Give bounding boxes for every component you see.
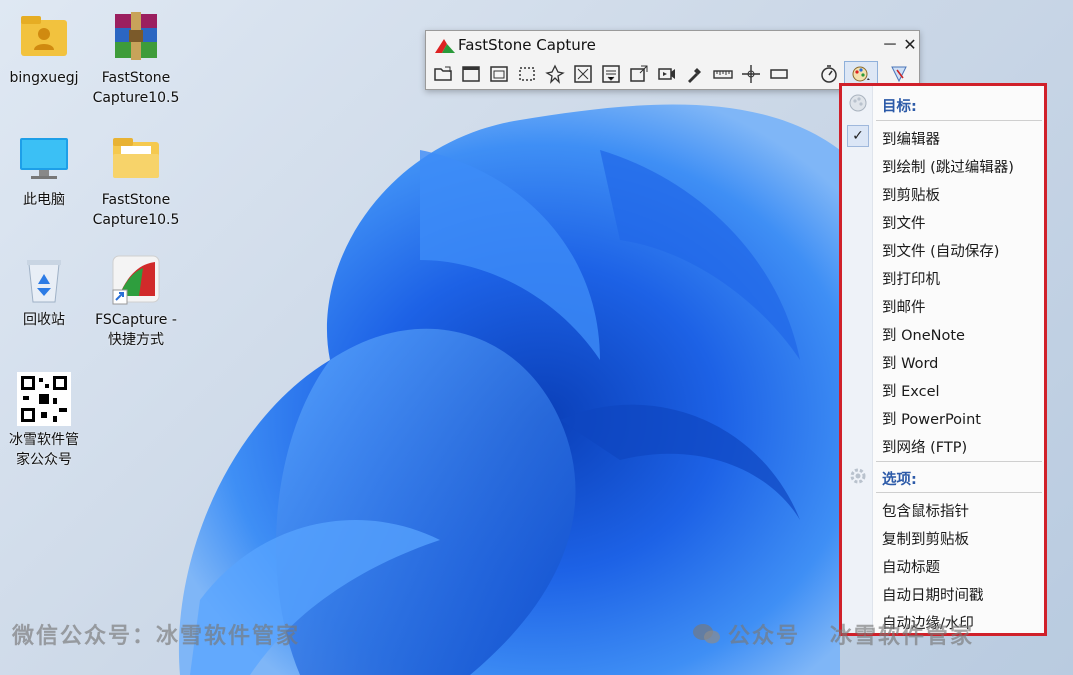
desktop-icon-label: 此电脑 (23, 192, 65, 208)
desktop-icon-label: FSCapture - 快捷方式 (95, 312, 177, 348)
wechat-icon (692, 622, 722, 646)
menu-item-copy-to-clipboard[interactable]: 复制到剪贴板 (842, 523, 1044, 551)
desktop-icon-label: 冰雪软件管 家公众号 (9, 432, 79, 468)
crosshair-icon[interactable] (738, 61, 764, 87)
menu-item-to-clipboard[interactable]: 到剪贴板 (842, 179, 1044, 207)
menu-item-auto-datetime[interactable]: 自动日期时间戳 (842, 579, 1044, 607)
menu-item-to-email[interactable]: 到邮件 (842, 291, 1044, 319)
palette-icon (847, 92, 869, 114)
capture-rectangle-icon[interactable] (514, 61, 540, 87)
magnifier-icon[interactable] (766, 61, 792, 87)
folder-icon (109, 132, 163, 186)
menu-item-to-word[interactable]: 到 Word (842, 347, 1044, 375)
desktop-icon-label: bingxuegj (9, 70, 79, 86)
winrar-archive-icon (109, 10, 163, 64)
window-title: FastStone Capture (458, 36, 596, 54)
monitor-icon (17, 132, 71, 186)
minimize-button[interactable]: － (880, 34, 900, 56)
menu-item-to-excel[interactable]: 到 Excel (842, 375, 1044, 403)
desktop-icon-label: 回收站 (23, 312, 65, 328)
menu-item-include-cursor[interactable]: 包含鼠标指针 (842, 495, 1044, 523)
capture-fullscreen-icon[interactable] (570, 61, 596, 87)
user-folder-icon (17, 10, 71, 64)
menu-item-to-file[interactable]: 到文件 (842, 207, 1044, 235)
output-destination-menu: 目标: ✓ 到编辑器 到绘制 (跳过编辑器) 到剪贴板 到文件 到文件 (自动保… (839, 83, 1047, 636)
capture-freehand-icon[interactable] (542, 61, 568, 87)
desktop-icon-bingxuegj[interactable]: bingxuegj (0, 10, 92, 88)
faststone-capture-window[interactable]: FastStone Capture － ✕ (425, 30, 920, 90)
menu-separator (876, 120, 1042, 121)
capture-object-icon[interactable] (486, 61, 512, 87)
menu-item-to-printer[interactable]: 到打印机 (842, 263, 1044, 291)
desktop-icon-label: FastStone Capture10.5 (92, 70, 180, 106)
gear-icon (847, 465, 869, 487)
menu-item-to-file-autosave[interactable]: 到文件 (自动保存) (842, 235, 1044, 263)
menu-item-auto-caption[interactable]: 自动标题 (842, 551, 1044, 579)
desktop-icon-qr-account[interactable]: 冰雪软件管 家公众号 (0, 372, 92, 470)
menu-section-options: 选项: (842, 463, 1044, 491)
menu-item-to-draw[interactable]: 到绘制 (跳过编辑器) (842, 151, 1044, 179)
scrolling-capture-icon[interactable] (598, 61, 624, 87)
menu-section-targets: 目标: (842, 90, 1044, 118)
close-button[interactable]: ✕ (900, 34, 920, 56)
menu-item-to-ftp[interactable]: 到网络 (FTP) (842, 431, 1044, 459)
faststone-logo-icon (434, 38, 456, 54)
qr-code-icon (17, 372, 71, 426)
ruler-icon[interactable] (710, 61, 736, 87)
desktop-icon-this-pc[interactable]: 此电脑 (0, 132, 92, 210)
desktop-icon-faststone-archive[interactable]: FastStone Capture10.5 (88, 10, 184, 108)
watermark-right-text: 冰雪软件管家 (830, 623, 975, 649)
capture-window-icon[interactable] (458, 61, 484, 87)
fixed-region-icon[interactable] (626, 61, 652, 87)
color-picker-icon[interactable] (682, 61, 708, 87)
watermark-right: 公众号 冰雪软件管家 (692, 618, 974, 650)
menu-item-to-powerpoint[interactable]: 到 PowerPoint (842, 403, 1044, 431)
watermark-left: 微信公众号：冰雪软件管家 (12, 623, 301, 649)
screen-recorder-icon[interactable] (654, 61, 680, 87)
menu-separator (876, 492, 1042, 493)
desktop-icon-recycle-bin[interactable]: 回收站 (0, 252, 92, 330)
title-bar[interactable]: FastStone Capture － ✕ (434, 34, 917, 58)
watermark-right-prefix: 公众号 (728, 623, 801, 649)
desktop-icon-fscapture-shortcut[interactable]: FSCapture - 快捷方式 (88, 252, 184, 350)
checkmark-icon: ✓ (847, 125, 869, 147)
desktop-icon-label: FastStone Capture10.5 (92, 192, 180, 228)
menu-item-to-onenote[interactable]: 到 OneNote (842, 319, 1044, 347)
menu-separator (876, 461, 1042, 462)
desktop-icon-faststone-folder[interactable]: FastStone Capture10.5 (88, 132, 184, 230)
recycle-bin-icon (17, 252, 71, 306)
menu-item-to-editor[interactable]: ✓ 到编辑器 (842, 123, 1044, 151)
open-icon[interactable] (430, 61, 456, 87)
fscapture-shortcut-icon (109, 252, 163, 306)
